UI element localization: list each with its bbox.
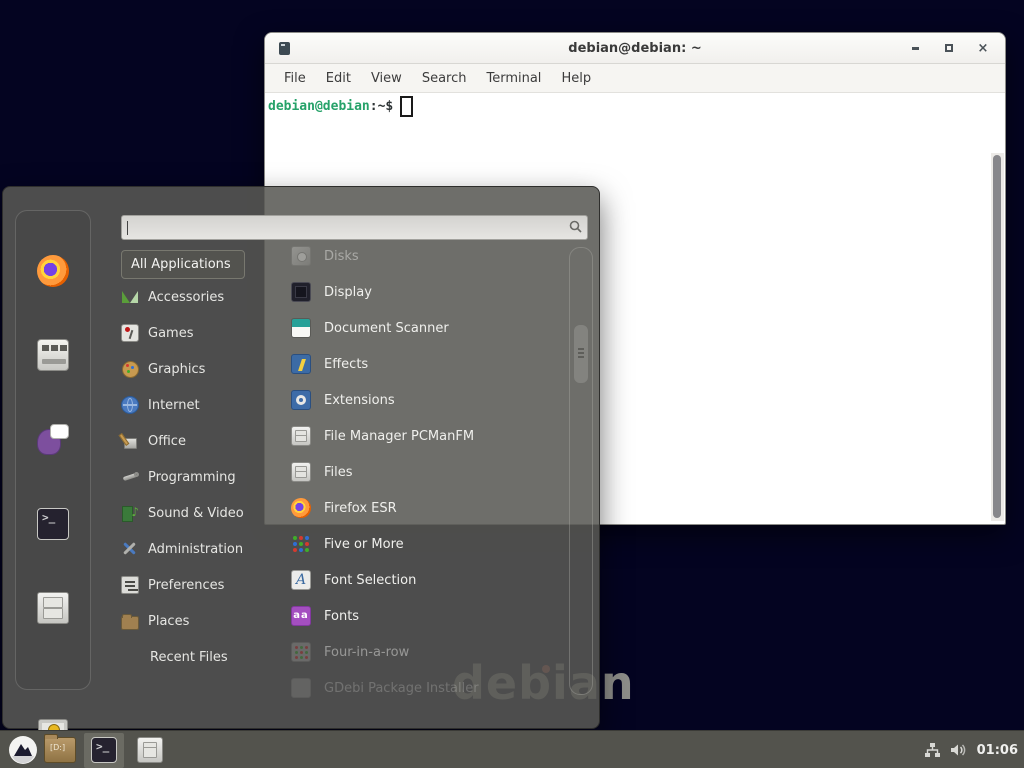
firefox-icon[interactable]	[37, 255, 69, 287]
internet-icon	[121, 396, 139, 414]
system-tray: 01:06	[924, 731, 1018, 768]
menu-search[interactable]: Search	[412, 67, 477, 90]
disks-icon	[291, 246, 311, 266]
prompt-line: debian@debian:~$	[268, 96, 413, 117]
places-icon	[121, 616, 139, 630]
menu-file[interactable]: File	[274, 67, 316, 90]
menu-help[interactable]: Help	[551, 67, 601, 90]
volume-icon[interactable]	[950, 742, 968, 758]
menu-terminal[interactable]: Terminal	[476, 67, 551, 90]
app-extensions[interactable]: Extensions	[291, 382, 566, 418]
five-or-more-icon	[291, 534, 311, 554]
menu-logo-icon	[8, 735, 38, 765]
category-internet[interactable]: Internet	[121, 387, 281, 423]
graphics-icon	[121, 360, 139, 378]
app-disks[interactable]: Disks	[291, 238, 566, 274]
category-places[interactable]: Places	[121, 603, 281, 639]
network-icon[interactable]	[924, 742, 941, 759]
menu-scrollbar[interactable]	[569, 247, 593, 695]
programming-icon	[121, 468, 139, 486]
application-menu: All Applications Accessories Games Graph…	[2, 186, 600, 729]
terminal-task-button[interactable]	[84, 731, 124, 768]
applications-list: Disks Display Document Scanner Effects E…	[291, 238, 566, 706]
app-font-selection[interactable]: Font Selection	[291, 562, 566, 598]
office-icon	[121, 432, 139, 450]
accessories-icon	[121, 288, 139, 306]
category-office[interactable]: Office	[121, 423, 281, 459]
category-programming[interactable]: Programming	[121, 459, 281, 495]
app-document-scanner[interactable]: Document Scanner	[291, 310, 566, 346]
app-effects[interactable]: Effects	[291, 346, 566, 382]
terminal-icon[interactable]	[37, 508, 69, 540]
category-administration[interactable]: Administration	[121, 531, 281, 567]
menu-scrollbar-thumb[interactable]	[573, 324, 589, 384]
file-manager-icon[interactable]	[37, 592, 69, 624]
pidgin-icon[interactable]	[37, 423, 69, 455]
all-applications-button[interactable]: All Applications	[121, 250, 245, 279]
file-cabinet-launcher[interactable]	[132, 731, 168, 768]
category-preferences[interactable]: Preferences	[121, 567, 281, 603]
terminal-cursor	[400, 96, 413, 117]
search-input[interactable]	[121, 215, 588, 240]
folder-icon	[44, 737, 76, 763]
clock[interactable]: 01:06	[977, 743, 1018, 758]
categories-list: Accessories Games Graphics Internet Offi…	[121, 279, 281, 675]
app-display[interactable]: Display	[291, 274, 566, 310]
terminal-window-icon	[279, 42, 290, 55]
close-button[interactable]: ×	[975, 40, 991, 56]
menu-edit[interactable]: Edit	[316, 67, 361, 90]
extensions-icon	[291, 390, 311, 410]
favorites-panel	[15, 210, 91, 690]
search-icon	[569, 220, 582, 233]
category-graphics[interactable]: Graphics	[121, 351, 281, 387]
terminal-scrollbar[interactable]	[991, 153, 1004, 521]
gdebi-icon	[291, 678, 311, 698]
search-caret	[127, 221, 128, 235]
fonts-icon	[291, 606, 311, 626]
font-selection-icon	[291, 570, 311, 590]
file-manager-launcher[interactable]	[42, 731, 78, 768]
app-gdebi-package-installer[interactable]: GDebi Package Installer	[291, 670, 566, 706]
terminal-icon	[91, 737, 117, 763]
category-accessories[interactable]: Accessories	[121, 279, 281, 315]
document-scanner-icon	[291, 318, 311, 338]
terminal-scrollbar-thumb[interactable]	[993, 155, 1001, 518]
app-files[interactable]: Files	[291, 454, 566, 490]
app-firefox-esr[interactable]: Firefox ESR	[291, 490, 566, 526]
software-manager-icon[interactable]	[37, 339, 69, 371]
file-manager-icon	[291, 426, 311, 446]
four-in-a-row-icon	[291, 642, 311, 662]
category-sound-video[interactable]: Sound & Video	[121, 495, 281, 531]
app-fonts[interactable]: Fonts	[291, 598, 566, 634]
prompt-user-host: debian@debian	[268, 99, 370, 114]
category-games[interactable]: Games	[121, 315, 281, 351]
minimize-button[interactable]	[907, 40, 923, 56]
prompt-suffix: :~$	[370, 99, 393, 114]
effects-icon	[291, 354, 311, 374]
taskbar: 01:06	[0, 730, 1024, 768]
firefox-icon	[291, 498, 311, 518]
sound-video-icon	[121, 504, 139, 522]
menu-button[interactable]	[6, 731, 40, 768]
preferences-icon	[121, 576, 139, 594]
terminal-titlebar[interactable]: debian@debian: ~ ×	[265, 33, 1005, 64]
games-icon	[121, 324, 139, 342]
app-five-or-more[interactable]: Five or More	[291, 526, 566, 562]
administration-icon	[121, 540, 139, 558]
maximize-button[interactable]	[941, 40, 957, 56]
app-file-manager-pcmanfm[interactable]: File Manager PCManFM	[291, 418, 566, 454]
category-recent-files[interactable]: Recent Files	[121, 639, 281, 675]
app-four-in-a-row[interactable]: Four-in-a-row	[291, 634, 566, 670]
menu-view[interactable]: View	[361, 67, 412, 90]
terminal-title: debian@debian: ~	[265, 41, 1005, 56]
display-icon	[291, 282, 311, 302]
desktop: debian debian@debian: ~ × File Edit View…	[0, 0, 1024, 768]
file-cabinet-icon	[137, 737, 163, 763]
files-icon	[291, 462, 311, 482]
terminal-menubar: File Edit View Search Terminal Help	[265, 64, 1005, 93]
